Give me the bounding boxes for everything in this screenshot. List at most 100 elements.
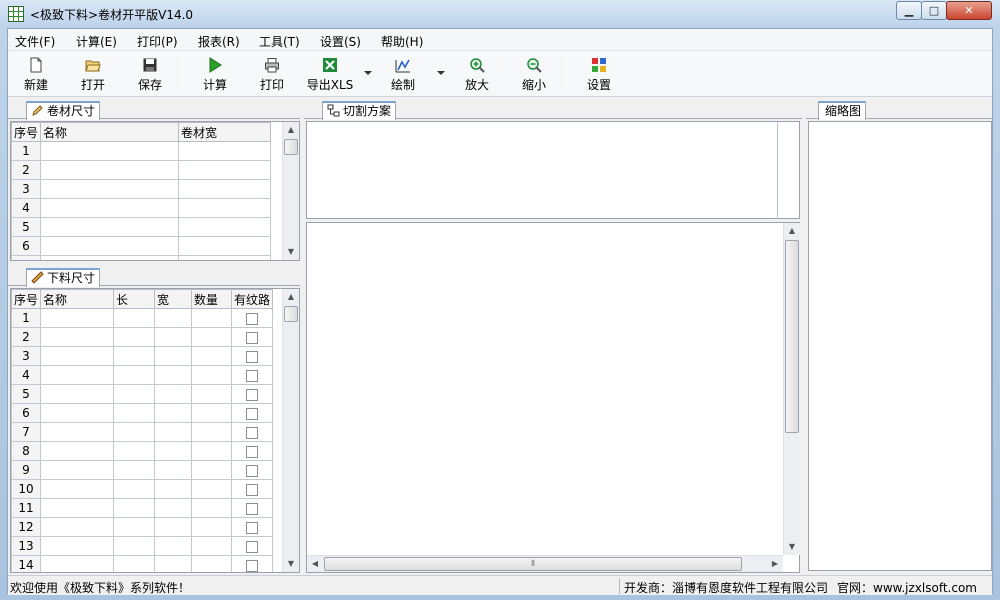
grain-checkbox[interactable]	[246, 502, 258, 515]
width-cell[interactable]	[154, 346, 192, 366]
menu-file[interactable]: 文件(F)	[15, 33, 55, 50]
grain-cell[interactable]	[231, 498, 273, 518]
grain-cell[interactable]	[231, 327, 273, 347]
coil-width-cell[interactable]	[178, 160, 271, 180]
coil-width-cell[interactable]	[178, 179, 271, 199]
tab-blank-size[interactable]: 下料尺寸	[26, 268, 101, 287]
name-cell[interactable]	[40, 217, 179, 237]
table-row[interactable]: 6	[11, 236, 271, 256]
length-cell[interactable]	[113, 498, 155, 518]
grain-checkbox[interactable]	[246, 407, 258, 420]
quantity-cell[interactable]	[191, 403, 232, 423]
length-cell[interactable]	[113, 479, 155, 499]
grain-cell[interactable]	[231, 536, 273, 556]
menu-settings[interactable]: 设置(S)	[320, 33, 361, 50]
tab-cutting-plan[interactable]: 切割方案	[322, 101, 397, 120]
quantity-cell[interactable]	[191, 384, 232, 404]
table-row[interactable]: 11	[11, 498, 273, 518]
quantity-cell[interactable]	[191, 365, 232, 385]
grain-cell[interactable]	[231, 441, 273, 461]
quantity-cell[interactable]	[191, 441, 232, 461]
width-cell[interactable]	[154, 460, 192, 480]
name-cell[interactable]	[40, 441, 114, 461]
length-cell[interactable]	[113, 422, 155, 442]
width-cell[interactable]	[154, 441, 192, 461]
export-dropdown-icon[interactable]	[364, 71, 372, 75]
quantity-cell[interactable]	[191, 422, 232, 442]
grain-checkbox[interactable]	[246, 464, 258, 477]
length-cell[interactable]	[113, 308, 155, 328]
name-cell[interactable]	[40, 422, 114, 442]
grain-cell[interactable]	[231, 517, 273, 537]
status-website-link[interactable]: 官网：www.jzxlsoft.com	[837, 579, 977, 596]
scroll-left-arrow-icon[interactable]: ◀	[307, 556, 323, 572]
coil-width-cell[interactable]	[178, 255, 271, 260]
grain-cell[interactable]	[231, 308, 273, 328]
length-cell[interactable]	[113, 517, 155, 537]
scroll-thumb[interactable]	[284, 306, 298, 322]
scroll-thumb[interactable]: ⦀	[324, 557, 742, 571]
table-row[interactable]: 1	[11, 141, 271, 161]
name-cell[interactable]	[40, 198, 179, 218]
draw-dropdown-icon[interactable]	[437, 71, 445, 75]
length-cell[interactable]	[113, 536, 155, 556]
width-cell[interactable]	[154, 536, 192, 556]
grain-checkbox[interactable]	[246, 426, 258, 439]
menu-report[interactable]: 报表(R)	[198, 33, 240, 50]
scroll-up-arrow-icon[interactable]: ▲	[283, 289, 299, 305]
print-button[interactable]: 打印	[250, 51, 294, 97]
grain-cell[interactable]	[231, 479, 273, 499]
length-cell[interactable]	[113, 365, 155, 385]
grain-cell[interactable]	[231, 365, 273, 385]
scroll-down-arrow-icon[interactable]: ▼	[283, 244, 299, 260]
column-header[interactable]: 宽	[154, 289, 192, 309]
name-cell[interactable]	[40, 555, 114, 572]
title-bar[interactable]: <极致下料>卷材开平版V14.0 ▁ □ ✕	[0, 0, 1000, 28]
settings-button[interactable]: 设置	[577, 51, 621, 97]
coil-grid[interactable]: 序号 名称 卷材宽 1 2 3 4 5 6 7 ▲	[10, 121, 300, 261]
quantity-cell[interactable]	[191, 517, 232, 537]
menu-calculate[interactable]: 计算(E)	[76, 33, 117, 50]
grain-checkbox[interactable]	[246, 483, 258, 496]
table-row[interactable]: 13	[11, 536, 273, 556]
coil-width-cell[interactable]	[178, 198, 271, 218]
maximize-button[interactable]: □	[921, 1, 947, 20]
quantity-cell[interactable]	[191, 460, 232, 480]
zoom-out-button[interactable]: 缩小	[512, 51, 556, 97]
table-row[interactable]: 5	[11, 217, 271, 237]
width-cell[interactable]	[154, 555, 192, 572]
draw-button[interactable]: 绘制	[381, 51, 425, 97]
name-cell[interactable]	[40, 536, 114, 556]
length-cell[interactable]	[113, 441, 155, 461]
new-button[interactable]: 新建	[14, 51, 58, 97]
save-button[interactable]: 保存	[128, 51, 172, 97]
blank-vertical-scrollbar[interactable]: ▲ ▼	[282, 289, 299, 572]
column-header[interactable]: 数量	[191, 289, 232, 309]
quantity-cell[interactable]	[191, 479, 232, 499]
menu-print[interactable]: 打印(P)	[137, 33, 178, 50]
name-cell[interactable]	[40, 141, 179, 161]
column-header[interactable]: 序号	[11, 289, 41, 309]
table-row[interactable]: 4	[11, 198, 271, 218]
table-row[interactable]: 5	[11, 384, 273, 404]
grain-cell[interactable]	[231, 555, 273, 572]
close-button[interactable]: ✕	[946, 1, 992, 20]
grain-cell[interactable]	[231, 403, 273, 423]
quantity-cell[interactable]	[191, 555, 232, 572]
width-cell[interactable]	[154, 384, 192, 404]
quantity-cell[interactable]	[191, 498, 232, 518]
width-cell[interactable]	[154, 517, 192, 537]
table-row[interactable]: 12	[11, 517, 273, 537]
name-cell[interactable]	[40, 365, 114, 385]
name-cell[interactable]	[40, 160, 179, 180]
table-row[interactable]: 6	[11, 403, 273, 423]
length-cell[interactable]	[113, 403, 155, 423]
table-row[interactable]: 10	[11, 479, 273, 499]
name-cell[interactable]	[40, 479, 114, 499]
blank-grid[interactable]: 序号 名称 长 宽 数量 有纹路 1 2 3 4 5 6 7 8 9 10 11 12 13 14 ▲ ▼	[10, 288, 300, 573]
table-row[interactable]: 3	[11, 179, 271, 199]
width-cell[interactable]	[154, 479, 192, 499]
minimize-button[interactable]: ▁	[896, 1, 922, 20]
table-row[interactable]: 3	[11, 346, 273, 366]
width-cell[interactable]	[154, 365, 192, 385]
